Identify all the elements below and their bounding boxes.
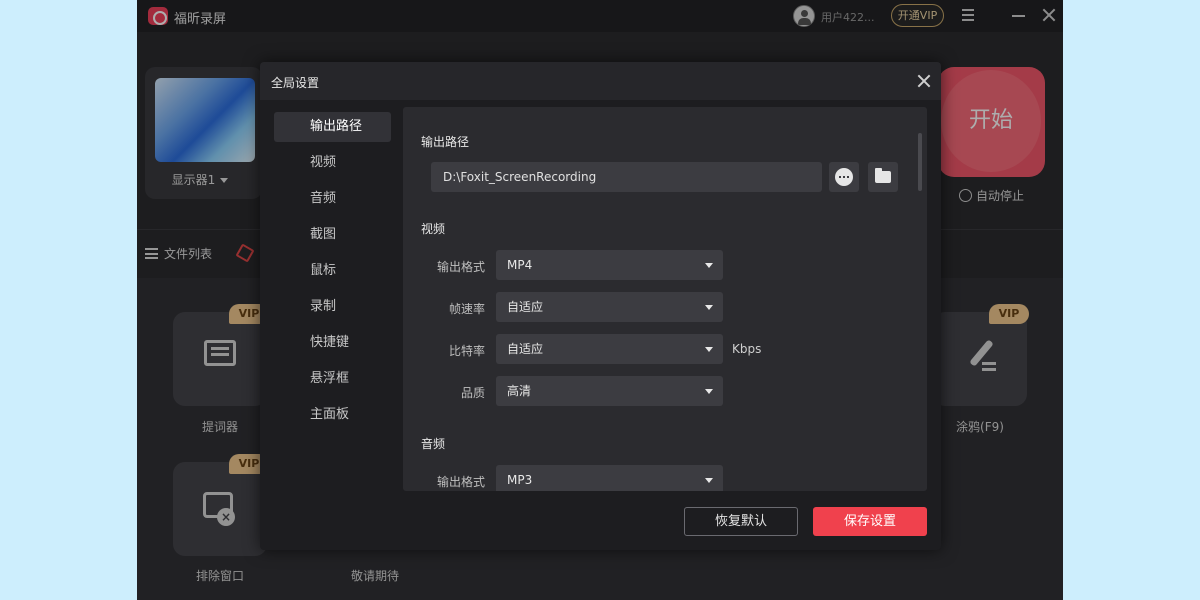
save-settings-button[interactable]: 保存设置 [813, 507, 927, 536]
nav-item-hotkeys[interactable]: 快捷键 [274, 328, 391, 358]
video-format-label: 输出格式 [436, 260, 485, 274]
section-title-video: 视频 [421, 222, 446, 236]
select-value: MP3 [507, 473, 533, 487]
settings-content: 输出路径 D:\Foxit_ScreenRecording 视频 输出格式 MP… [403, 107, 927, 491]
more-icon [835, 168, 853, 186]
global-settings-dialog: 全局设置 输出路径 视频 音频 截图 鼠标 录制 快捷键 悬浮框 主面板 输出路… [260, 62, 941, 550]
select-value: 自适应 [507, 300, 544, 314]
bitrate-select[interactable]: 自适应 [496, 334, 723, 364]
restore-defaults-button[interactable]: 恢复默认 [684, 507, 798, 536]
quality-select[interactable]: 高清 [496, 376, 723, 406]
chevron-down-icon [705, 305, 713, 310]
chevron-down-icon [705, 478, 713, 483]
nav-item-main-panel[interactable]: 主面板 [274, 400, 391, 430]
section-title-output-path: 输出路径 [421, 135, 470, 149]
nav-item-audio[interactable]: 音频 [274, 184, 391, 214]
nav-item-float-window[interactable]: 悬浮框 [274, 364, 391, 394]
quality-label: 品质 [460, 386, 485, 400]
chevron-down-icon [705, 347, 713, 352]
output-path-input[interactable]: D:\Foxit_ScreenRecording [431, 162, 822, 192]
dialog-title: 全局设置 [271, 76, 320, 90]
select-value: MP4 [507, 258, 533, 272]
nav-item-screenshot[interactable]: 截图 [274, 220, 391, 250]
audio-format-select[interactable]: MP3 [496, 465, 723, 491]
audio-format-label: 输出格式 [436, 475, 485, 489]
scrollbar[interactable] [918, 133, 922, 191]
frame-rate-label: 帧速率 [448, 302, 485, 316]
select-value: 高清 [507, 384, 532, 398]
chevron-down-icon [705, 389, 713, 394]
bitrate-label: 比特率 [448, 344, 485, 358]
frame-rate-select[interactable]: 自适应 [496, 292, 723, 322]
nav-item-output-path[interactable]: 输出路径 [274, 112, 391, 142]
nav-item-recording[interactable]: 录制 [274, 292, 391, 322]
section-title-audio: 音频 [421, 437, 446, 451]
folder-icon [875, 168, 891, 183]
chevron-down-icon [705, 263, 713, 268]
dialog-header: 全局设置 [260, 62, 941, 100]
video-format-select[interactable]: MP4 [496, 250, 723, 280]
more-options-button[interactable] [829, 162, 859, 192]
bitrate-unit: Kbps [732, 342, 762, 356]
close-dialog-icon[interactable] [915, 72, 933, 90]
select-value: 自适应 [507, 342, 544, 356]
nav-item-mouse[interactable]: 鼠标 [274, 256, 391, 286]
browse-folder-button[interactable] [868, 162, 898, 192]
nav-item-video[interactable]: 视频 [274, 148, 391, 178]
